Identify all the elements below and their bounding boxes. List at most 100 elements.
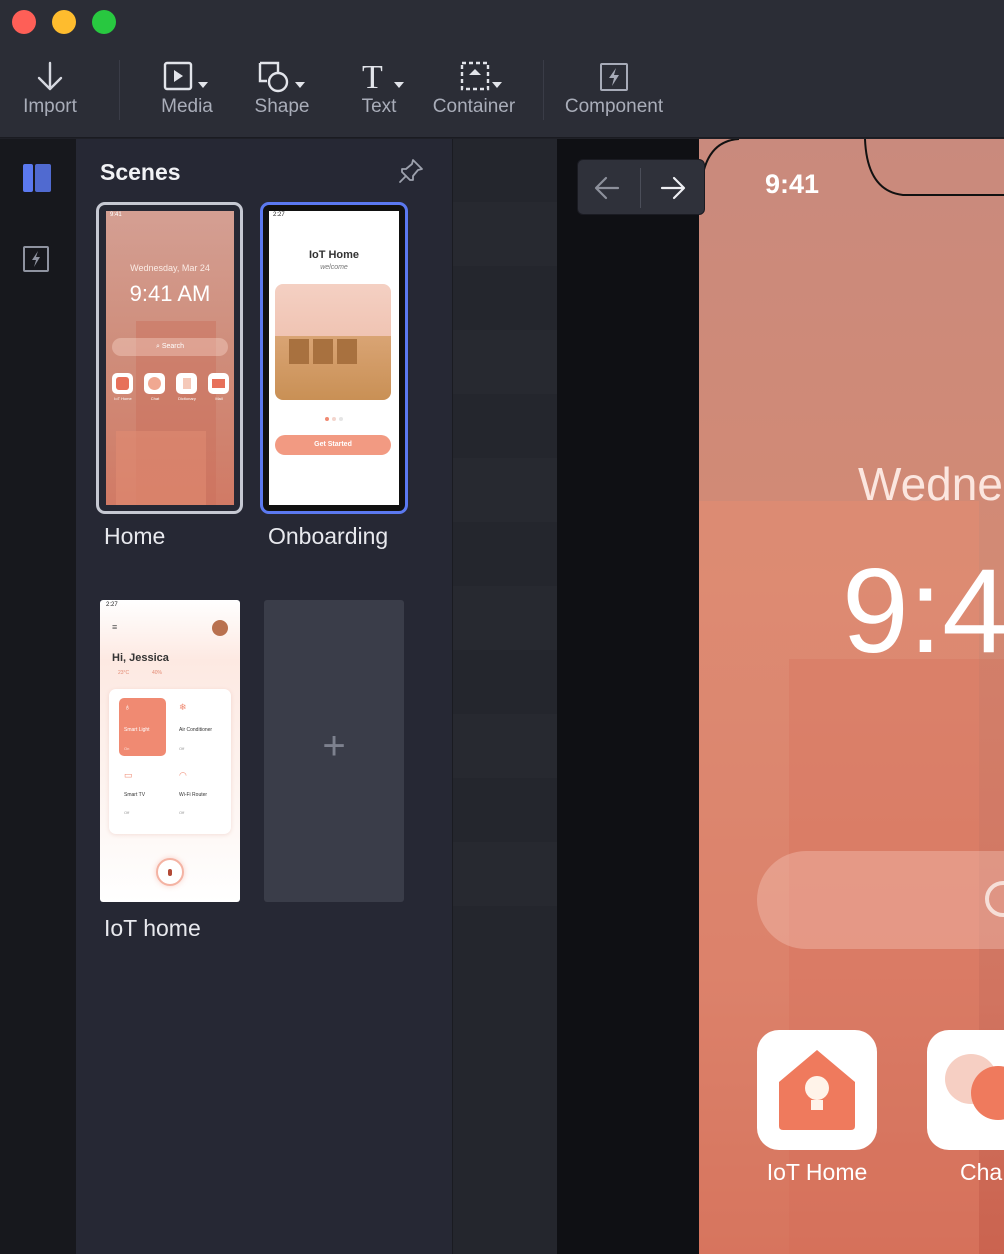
- plus-icon: +: [322, 724, 346, 768]
- row-stripe: [453, 458, 557, 522]
- preview-humidity: 40%: [152, 670, 163, 676]
- avatar: [212, 620, 228, 636]
- device-name: Air Conditioner: [179, 727, 213, 733]
- add-scene-button[interactable]: +: [264, 600, 404, 902]
- container-button[interactable]: Container: [428, 58, 520, 122]
- scene-thumbnail-home[interactable]: 9:41 Wednesday, Mar 24 9:41 AM ⌕ Search …: [96, 202, 243, 514]
- device-card-on: ♁ Smart Light On: [119, 698, 166, 756]
- maximize-window-button[interactable]: [92, 10, 116, 34]
- row-stripe: [453, 842, 557, 906]
- preview-title: IoT Home: [308, 249, 360, 261]
- iot-home-app-icon[interactable]: [757, 1030, 877, 1150]
- status-bar-time: 9:41: [765, 169, 820, 199]
- scene-label-iot-home: IoT home: [104, 915, 201, 941]
- toolbar-divider: [543, 60, 544, 120]
- minimize-window-button[interactable]: [52, 10, 76, 34]
- panel-title: Scenes: [100, 159, 181, 185]
- app-window: Import Media Shape T Text Container Comp…: [0, 0, 1004, 1254]
- text-label: Text: [361, 96, 397, 117]
- row-stripe: [453, 202, 557, 266]
- scene-navigation: [577, 159, 705, 215]
- preview-time: 9:41 AM: [129, 281, 211, 306]
- status-time: 9:41: [110, 212, 122, 218]
- device-name: Smart TV: [124, 792, 146, 798]
- status-time: 2:27: [106, 602, 118, 608]
- lock-screen-date: Wedne: [858, 458, 1003, 510]
- app-label: Dictionary: [178, 396, 196, 401]
- text-tool-button[interactable]: T Text: [354, 58, 404, 122]
- mail-app-icon: [208, 373, 229, 394]
- app-label: IoT Home: [766, 1159, 868, 1185]
- device-card: ◠ Wi-Fi Router Off: [174, 766, 221, 824]
- phone-notch-outline: [700, 139, 1004, 196]
- scene-thumbnail-onboarding[interactable]: 2:27 IoT Home welcome Get Started: [260, 202, 408, 514]
- pin-icon[interactable]: [397, 157, 425, 190]
- iot-home-app-icon: [112, 373, 133, 394]
- app-label: IoT Home: [114, 396, 132, 401]
- svg-text:T: T: [362, 60, 383, 94]
- device-card: ▭ Smart TV Off: [119, 766, 166, 824]
- media-button[interactable]: Media: [154, 58, 220, 122]
- previous-scene-button[interactable]: [588, 170, 628, 206]
- phone-frame-home[interactable]: 9:41 Wedne 9:4 IoT Home Cha: [698, 139, 1004, 1254]
- preview-app-row: IoT Home Chat Dictionary Mail: [112, 373, 229, 403]
- design-canvas[interactable]: 9:41 Wedne 9:4 IoT Home Cha: [557, 139, 1004, 1254]
- import-button[interactable]: Import: [18, 58, 82, 122]
- preview-date: Wednesday, Mar 24: [130, 263, 210, 273]
- device-status: Off: [179, 810, 185, 815]
- device-status: Off: [124, 810, 130, 815]
- dictionary-app-icon: [176, 373, 197, 394]
- arrow-right-icon: [660, 176, 686, 200]
- get-started-preview-button: Get Started: [275, 435, 391, 455]
- scene-thumbnail-iot-home[interactable]: 2:27 ≡ Hi, Jessica 23°C 40% ♁ Smart Ligh…: [100, 600, 240, 902]
- device-name: Wi-Fi Router: [179, 792, 208, 798]
- container-label: Container: [432, 96, 516, 117]
- scene-label-onboarding: Onboarding: [268, 523, 389, 549]
- device-status: Off: [179, 746, 185, 751]
- scenes-panel: Scenes 9:41 Wednesday, Mar 24 9:41 AM ⌕ …: [76, 139, 453, 1254]
- device-card: ❄ Air Conditioner Off: [174, 698, 221, 756]
- download-arrow-icon: [36, 58, 64, 96]
- snowflake-icon: ❄: [179, 702, 187, 712]
- shape-button[interactable]: Shape: [250, 58, 314, 122]
- container-dashed-icon: [444, 58, 504, 96]
- media-label: Media: [161, 96, 213, 117]
- device-name: Smart Light: [124, 727, 150, 733]
- arrow-left-icon: [594, 176, 620, 200]
- search-icon: [985, 881, 1004, 917]
- microphone-icon: [156, 858, 184, 886]
- preview-subtitle: welcome: [320, 264, 348, 271]
- toolbar: Import Media Shape T Text Container Comp…: [0, 44, 1004, 138]
- nav-divider: [640, 168, 641, 208]
- import-label: Import: [23, 96, 77, 117]
- bulb-icon: ♁: [124, 702, 131, 712]
- shelf-illustration: [275, 284, 391, 400]
- toolbar-divider: [119, 60, 120, 120]
- shape-icon: [255, 58, 309, 96]
- lock-screen-time: 9:4: [842, 544, 1004, 678]
- menu-icon: ≡: [112, 622, 118, 632]
- chat-app-icon[interactable]: [927, 1030, 1004, 1150]
- component-label: Component: [564, 96, 664, 117]
- scene-label-home: Home: [104, 523, 166, 549]
- close-window-button[interactable]: [12, 10, 36, 34]
- next-scene-button[interactable]: [654, 170, 694, 206]
- app-label: Mail: [215, 396, 223, 401]
- search-bar[interactable]: [757, 851, 1004, 949]
- lightning-component-icon: [598, 58, 630, 96]
- component-button[interactable]: Component: [562, 58, 666, 122]
- shape-label: Shape: [254, 96, 310, 117]
- preview-temp: 23°C: [118, 670, 130, 676]
- scenes-panel-icon[interactable]: [22, 163, 52, 198]
- preview-search-label: Search: [161, 343, 185, 350]
- media-play-icon: [162, 58, 212, 96]
- app-label: Cha: [960, 1159, 1003, 1185]
- title-bar: [0, 0, 1004, 44]
- preview-search: ⌕ Search: [112, 338, 228, 356]
- chat-app-icon: [144, 373, 165, 394]
- layer-list-background: [453, 139, 557, 1254]
- component-icon[interactable]: [22, 245, 50, 278]
- device-status: On: [124, 746, 130, 751]
- left-icon-rail: [0, 139, 76, 1254]
- row-stripe: [453, 330, 557, 394]
